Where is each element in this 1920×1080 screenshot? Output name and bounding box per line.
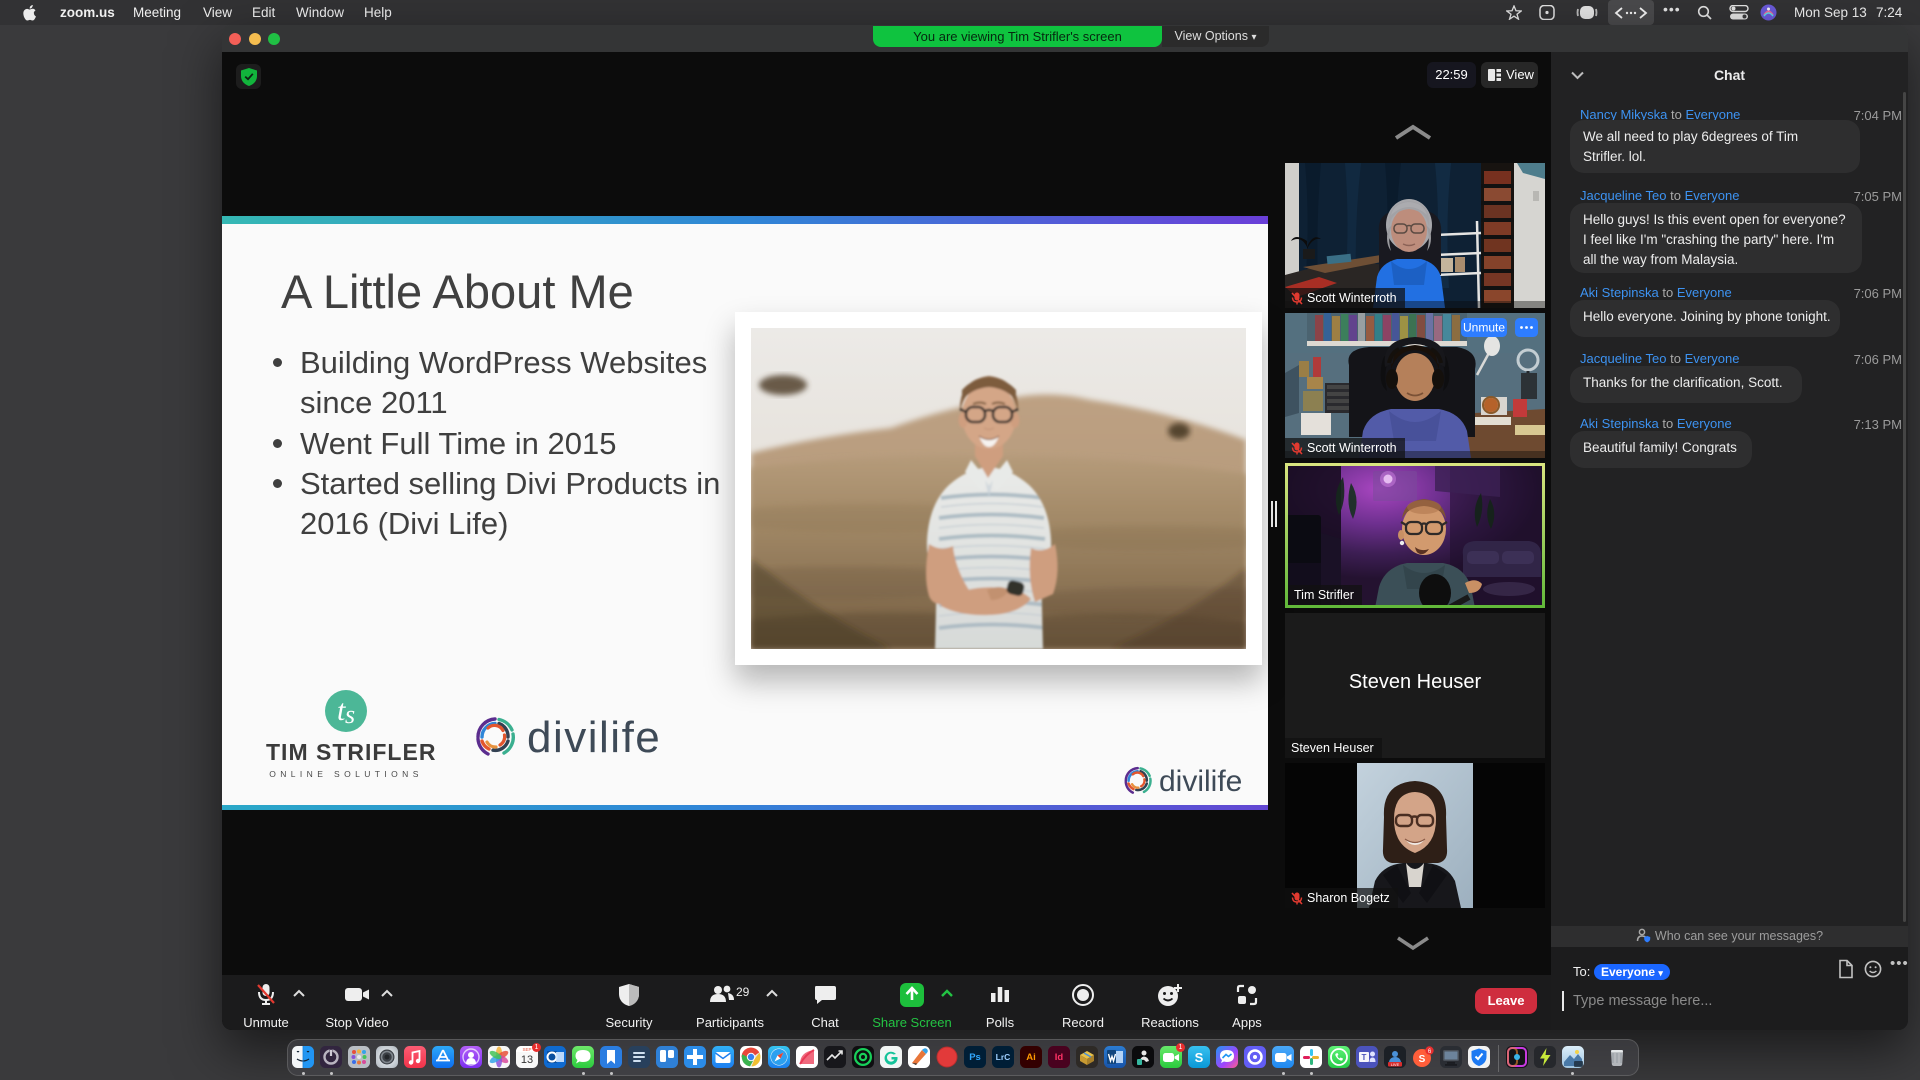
svg-text:T: T bbox=[1362, 1053, 1367, 1062]
svg-text:S: S bbox=[1195, 1050, 1204, 1065]
svg-text:divilife: divilife bbox=[1159, 766, 1242, 797]
svg-text:S: S bbox=[1419, 1054, 1426, 1065]
svg-text:13: 13 bbox=[521, 1054, 533, 1066]
svg-text:Unmute: Unmute bbox=[1463, 321, 1505, 335]
svg-text:29: 29 bbox=[736, 985, 750, 999]
svg-text:SEP: SEP bbox=[522, 1047, 531, 1052]
svg-text:divilife: divilife bbox=[527, 716, 661, 760]
svg-text:s: s bbox=[345, 700, 355, 729]
svg-text:LIVE: LIVE bbox=[1391, 1063, 1400, 1067]
